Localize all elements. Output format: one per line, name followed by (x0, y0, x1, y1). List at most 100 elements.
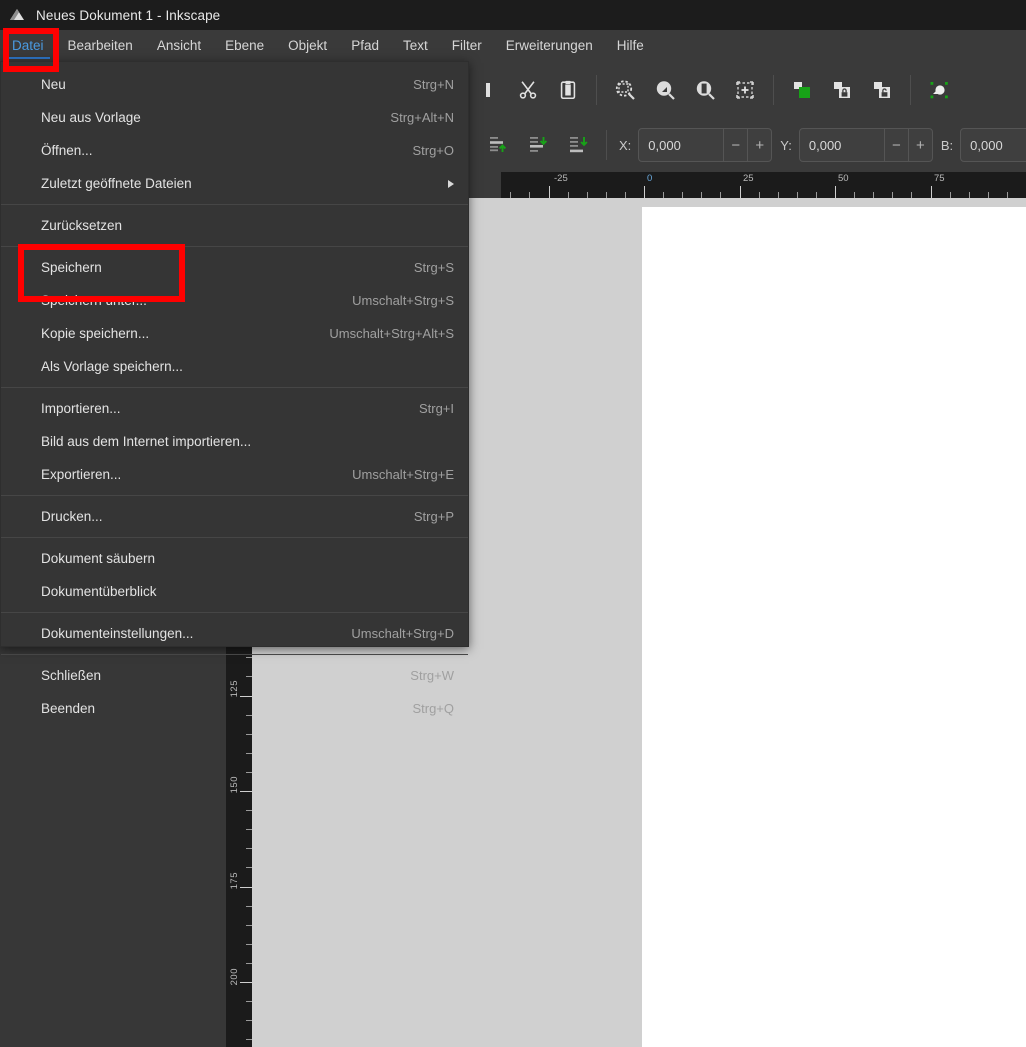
menu-pfad[interactable]: Pfad (339, 30, 391, 61)
menu-objekt[interactable]: Objekt (276, 30, 339, 61)
zoom-page-icon[interactable] (685, 70, 725, 110)
menuitem-bild-aus-dem-internet-importieren-label: Bild aus dem Internet importieren... (41, 434, 252, 449)
menuitem-exportieren-accel: Umschalt+Strg+E (352, 467, 454, 482)
menuitem-beenden[interactable]: Beenden Strg+Q (1, 692, 468, 725)
file-dropdown-menu[interactable]: Neu Strg+N Neu aus Vorlage Strg+Alt+N Öf… (0, 61, 469, 716)
menuitem-dokumentueberblick[interactable]: Dokumentüberblick (1, 575, 468, 608)
menuitem-speichern-unter[interactable]: Speichern unter... Umschalt+Strg+S (1, 284, 468, 317)
menuitem-neu-aus-vorlage-label: Neu aus Vorlage (41, 110, 141, 125)
menu-datei[interactable]: Datei (0, 30, 56, 61)
menuitem-schliessen[interactable]: Schließen Strg+W (1, 659, 468, 692)
menuitem-dokumenteinstellungen[interactable]: Dokumenteinstellungen... Umschalt+Strg+D (1, 617, 468, 650)
x-coordinate-group: X: 0,000 − + (615, 128, 773, 162)
zoom-page-width-icon[interactable] (725, 70, 765, 110)
menu-text-label: Text (402, 38, 428, 53)
menuitem-bild-aus-dem-internet-importieren[interactable]: Bild aus dem Internet importieren... (1, 425, 468, 458)
width-input[interactable]: 0,000 (961, 129, 1026, 161)
group-icon[interactable] (782, 70, 822, 110)
menuitem-dokumentueberblick-label: Dokumentüberblick (41, 584, 157, 599)
menuitem-drucken[interactable]: Drucken... Strg+P (1, 500, 468, 533)
menuitem-dokumenteinstellungen-accel: Umschalt+Strg+D (351, 626, 454, 641)
menu-text[interactable]: Text (391, 30, 440, 61)
cut-icon[interactable] (508, 70, 548, 110)
select-same-icon[interactable] (919, 70, 959, 110)
zoom-selection-icon[interactable] (605, 70, 645, 110)
width-coordinate-group: B: 0,000 (937, 128, 1026, 162)
menuitem-als-vorlage-speichern[interactable]: Als Vorlage speichern... (1, 350, 468, 383)
x-input[interactable]: 0,000 (639, 129, 723, 161)
menu-ansicht[interactable]: Ansicht (145, 30, 213, 61)
menuitem-neu-aus-vorlage[interactable]: Neu aus Vorlage Strg+Alt+N (1, 101, 468, 134)
y-spinbox[interactable]: 0,000 − + (798, 128, 933, 162)
command-toolbar (468, 61, 1026, 118)
menuitem-oeffnen-accel: Strg+O (412, 143, 454, 158)
menuitem-zuletzt-geoeffnete-dateien[interactable]: Zuletzt geöffnete Dateien (1, 167, 468, 200)
lower-one-step-icon[interactable] (518, 125, 558, 165)
submenu-arrow-icon (448, 179, 454, 188)
menu-datei-label: Datei (12, 38, 44, 53)
menuitem-dokumenteinstellungen-label: Dokumenteinstellungen... (41, 626, 194, 641)
toolbar-edge-marker (468, 70, 508, 110)
y-input[interactable]: 0,000 (800, 129, 884, 161)
menu-erweiterungen[interactable]: Erweiterungen (494, 30, 605, 61)
menuitem-kopie-speichern[interactable]: Kopie speichern... Umschalt+Strg+Alt+S (1, 317, 468, 350)
inkscape-window: Neues Dokument 1 - Inkscape Datei Bearbe… (0, 0, 1026, 1047)
menuitem-speichern-accel: Strg+S (413, 260, 454, 275)
menu-bar: Datei Bearbeiten Ansicht Ebene Objekt Pf… (0, 30, 1026, 61)
y-increment-button[interactable]: + (907, 129, 932, 161)
menu-separator (1, 387, 468, 388)
menuitem-importieren-label: Importieren... (41, 401, 121, 416)
menu-bearbeiten[interactable]: Bearbeiten (56, 30, 145, 61)
paste-icon[interactable] (548, 70, 588, 110)
inkscape-logo-icon (6, 4, 28, 26)
ruler-corner (468, 172, 501, 198)
x-increment-button[interactable]: + (747, 129, 771, 161)
menuitem-speichern-unter-label: Speichern unter... (41, 293, 147, 308)
document-page[interactable] (642, 207, 1026, 1047)
menuitem-exportieren[interactable]: Exportieren... Umschalt+Strg+E (1, 458, 468, 491)
menu-pfad-label: Pfad (351, 38, 379, 53)
unlock-group-icon[interactable] (862, 70, 902, 110)
menuitem-speichern[interactable]: Speichern Strg+S (1, 251, 468, 284)
menu-separator (1, 654, 468, 655)
y-decrement-button[interactable]: − (883, 129, 908, 161)
menuitem-beenden-label: Beenden (41, 701, 96, 716)
lower-to-bottom-icon[interactable] (558, 125, 598, 165)
ruler-tick (835, 186, 836, 198)
width-label: B: (940, 137, 954, 153)
menuitem-neu-aus-vorlage-accel: Strg+Alt+N (390, 110, 454, 125)
tool-options-toolbar: X: 0,000 − + Y: 0,000 − + B: 0,000 (468, 118, 1026, 172)
ruler-label: 200 (229, 968, 240, 986)
menuitem-drucken-accel: Strg+P (413, 509, 454, 524)
menuitem-drucken-label: Drucken... (41, 509, 103, 524)
menuitem-oeffnen-label: Öffnen... (41, 143, 93, 158)
width-spinbox[interactable]: 0,000 (960, 128, 1026, 162)
ruler-tick (240, 791, 252, 792)
menuitem-neu[interactable]: Neu Strg+N (1, 68, 468, 101)
horizontal-ruler[interactable]: -25 0 25 50 75 (468, 172, 1026, 198)
menu-bearbeiten-label: Bearbeiten (67, 38, 133, 53)
menuitem-zuruecksetzen[interactable]: Zurücksetzen (1, 209, 468, 242)
menuitem-importieren[interactable]: Importieren... Strg+I (1, 392, 468, 425)
zoom-drawing-icon[interactable] (645, 70, 685, 110)
menuitem-exportieren-label: Exportieren... (41, 467, 122, 482)
menuitem-oeffnen[interactable]: Öffnen... Strg+O (1, 134, 468, 167)
lock-group-icon[interactable] (822, 70, 862, 110)
ruler-tick (240, 886, 252, 888)
menuitem-dokument-saeubern[interactable]: Dokument säubern (1, 542, 468, 575)
ruler-label: 0 (647, 173, 653, 184)
menu-separator (1, 612, 468, 613)
menu-ebene[interactable]: Ebene (213, 30, 276, 61)
menuitem-dokument-saeubern-label: Dokument säubern (41, 551, 156, 566)
y-coordinate-group: Y: 0,000 − + (776, 128, 933, 162)
menu-filter[interactable]: Filter (440, 30, 494, 61)
ruler-label: 75 (934, 173, 945, 184)
menu-hilfe[interactable]: Hilfe (605, 30, 656, 61)
x-spinbox[interactable]: 0,000 − + (638, 128, 773, 162)
menu-separator (1, 246, 468, 247)
raise-to-top-icon[interactable] (478, 125, 518, 165)
menuitem-schliessen-label: Schließen (41, 668, 102, 683)
x-decrement-button[interactable]: − (723, 129, 747, 161)
menuitem-neu-label: Neu (41, 77, 66, 92)
menuitem-importieren-accel: Strg+I (418, 401, 454, 416)
